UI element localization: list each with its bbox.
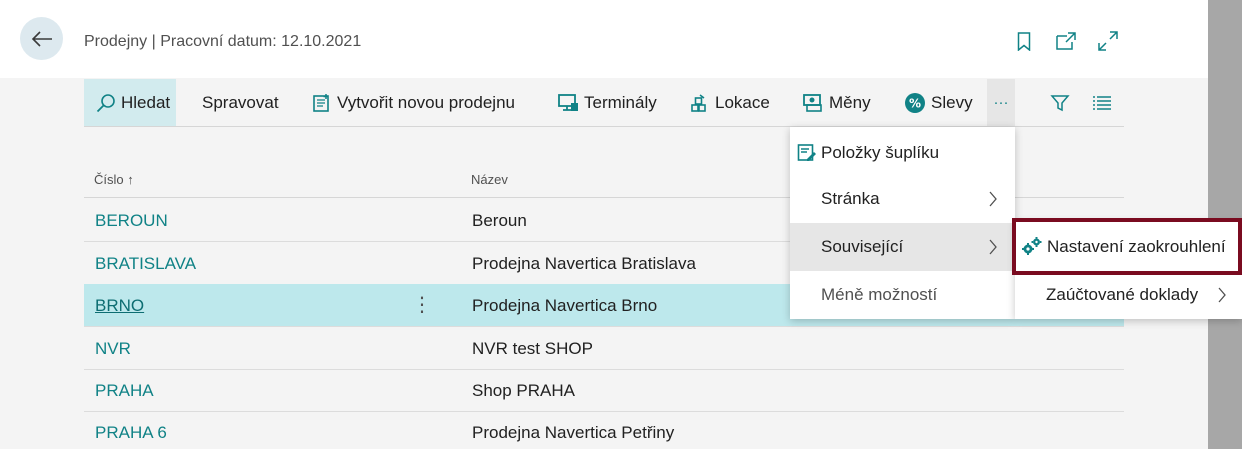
column-name-header[interactable]: Název	[471, 172, 508, 187]
expand-icon[interactable]	[1097, 30, 1119, 52]
table-row[interactable]: PRAHA Shop PRAHA	[84, 369, 1124, 412]
filter-button[interactable]	[1050, 79, 1075, 126]
menu-item-posted-documents[interactable]: Zaúčtované doklady	[1015, 271, 1242, 319]
row-actions-button[interactable]: ⋮	[412, 292, 432, 317]
row-code-link[interactable]: PRAHA	[95, 381, 154, 401]
menu-item-rounding-setup[interactable]: Nastavení zaokrouhlení	[1015, 223, 1242, 271]
settings-gears-icon	[1022, 237, 1042, 255]
row-code-link[interactable]: BRNO	[95, 296, 144, 316]
terminal-icon	[558, 93, 578, 111]
manage-label: Spravovat	[202, 92, 279, 112]
row-name: NVR test SHOP	[472, 339, 593, 358]
arrow-left-icon	[31, 30, 52, 47]
chevron-right-icon	[989, 191, 997, 207]
locations-button[interactable]: Lokace	[690, 79, 770, 126]
menu-item-label: Nastavení zaokrouhlení	[1047, 237, 1226, 256]
back-button[interactable]	[20, 17, 63, 60]
menu-item-page[interactable]: Stránka	[790, 175, 1015, 223]
more-options-menu: Položky šuplíku Stránka Související Méně…	[790, 127, 1015, 319]
chevron-right-icon	[1218, 287, 1226, 303]
open-new-window-icon[interactable]	[1055, 30, 1077, 52]
row-code-link[interactable]: BEROUN	[95, 211, 168, 231]
row-code-link[interactable]: BRATISLAVA	[95, 254, 196, 274]
action-bar: Hledat Spravovat Vytvořit novou prodejnu…	[84, 79, 1124, 127]
page-header: Prodejny | Pracovní datum: 12.10.2021	[0, 0, 1208, 78]
menu-item-label: Méně možností	[821, 285, 938, 304]
menu-item-related[interactable]: Související	[790, 223, 1015, 271]
menu-item-drawer-items[interactable]: Položky šuplíku	[790, 129, 1015, 177]
search-button[interactable]: Hledat	[84, 79, 177, 126]
new-store-label: Vytvořit novou prodejnu	[337, 92, 515, 112]
row-code-link[interactable]: PRAHA 6	[95, 423, 167, 443]
search-label: Hledat	[121, 92, 171, 112]
table-row[interactable]: NVR NVR test SHOP	[84, 327, 1124, 370]
chevron-right-icon	[989, 239, 997, 255]
menu-item-label: Zaúčtované doklady	[1046, 285, 1199, 304]
more-options-label: ···	[993, 94, 1009, 111]
edit-list-icon	[797, 144, 816, 161]
menu-item-fewer-options[interactable]: Méně možností	[790, 271, 1015, 319]
page-title: Prodejny | Pracovní datum: 12.10.2021	[84, 33, 362, 50]
currencies-button[interactable]: Měny	[802, 79, 871, 126]
warehouse-icon	[691, 93, 706, 112]
terminals-label: Terminály	[584, 92, 657, 112]
new-store-button[interactable]: Vytvořit novou prodejnu	[312, 79, 515, 126]
locations-label: Lokace	[715, 92, 770, 112]
more-options-button[interactable]: ···	[987, 79, 1015, 126]
row-name: Prodejna Navertica Bratislava	[472, 254, 696, 273]
new-document-icon	[313, 93, 329, 112]
list-icon	[1093, 95, 1111, 110]
row-name: Shop PRAHA	[472, 381, 575, 400]
currencies-label: Měny	[829, 92, 871, 112]
menu-item-label: Související	[821, 237, 904, 256]
menu-item-label: Položky šuplíku	[821, 143, 940, 162]
row-name: Beroun	[472, 211, 527, 230]
list-view-button[interactable]	[1092, 79, 1117, 126]
row-name: Prodejna Navertica Petřiny	[472, 423, 675, 442]
menu-item-label: Stránka	[821, 189, 880, 208]
manage-button[interactable]: Spravovat	[202, 79, 279, 126]
related-submenu: Nastavení zaokrouhlení Zaúčtované doklad…	[1012, 218, 1242, 319]
row-code-link[interactable]: NVR	[95, 339, 131, 359]
percent-icon: %	[905, 92, 925, 113]
filter-icon	[1050, 94, 1070, 111]
discounts-label: Slevy	[931, 92, 973, 112]
table-row[interactable]: PRAHA 6 Prodejna Navertica Petřiny	[84, 411, 1124, 449]
currency-icon	[803, 93, 822, 112]
terminals-button[interactable]: Terminály	[557, 79, 657, 126]
svg-text:%: %	[909, 96, 921, 110]
row-name: Prodejna Navertica Brno	[472, 296, 658, 315]
column-code-header[interactable]: Číslo ↑	[94, 172, 134, 187]
bookmark-icon[interactable]	[1013, 30, 1035, 52]
search-icon	[96, 93, 115, 112]
discounts-button[interactable]: % Slevy	[904, 79, 973, 126]
